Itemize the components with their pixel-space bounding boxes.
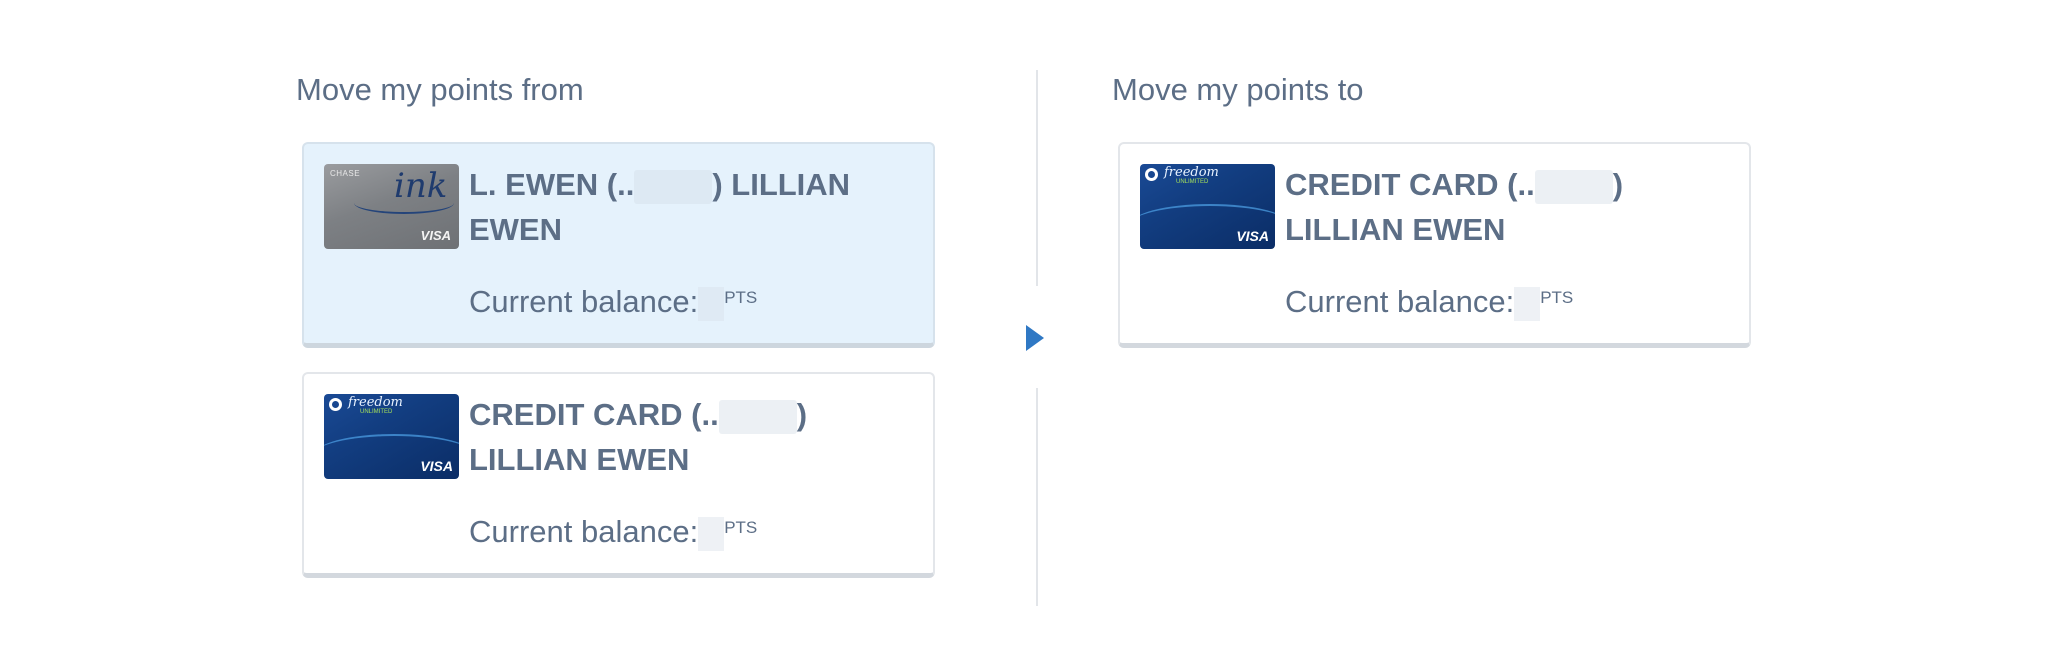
from-heading: Move my points from [296, 72, 584, 107]
from-account-card-ink[interactable]: CHASE ink VISA L. EWEN (..) LILLIAN EWEN… [302, 142, 935, 348]
from-account-card-freedom[interactable]: freedom UNLIMITED VISA CREDIT CARD (..) … [302, 372, 935, 578]
balance-label: Current balance: [469, 514, 699, 549]
right-arrow-icon [1026, 325, 1044, 351]
visa-logo-text: VISA [1236, 228, 1269, 244]
freedom-logo-text: freedom [1164, 165, 1219, 180]
account-name-start: L. EWEN (.. [469, 167, 635, 202]
masked-balance [698, 286, 725, 321]
chase-octagon-icon [329, 398, 342, 411]
freedom-card-image: freedom UNLIMITED VISA [324, 394, 459, 479]
masked-balance [698, 516, 725, 551]
ink-card-image: CHASE ink VISA [324, 164, 459, 249]
to-heading: Move my points to [1112, 72, 1364, 107]
freedom-sub-text: UNLIMITED [1176, 179, 1209, 185]
freedom-sub-text: UNLIMITED [360, 409, 393, 415]
account-name: L. EWEN (..) LILLIAN EWEN [469, 162, 919, 252]
ink-logo-text: ink [394, 166, 448, 206]
balance-row: Current balance: PTS [469, 282, 757, 322]
masked-account-number [1534, 169, 1613, 204]
to-account-card-freedom[interactable]: freedom UNLIMITED VISA CREDIT CARD (..) … [1118, 142, 1751, 348]
balance-row: Current balance: PTS [469, 512, 757, 552]
balance-label: Current balance: [469, 284, 699, 319]
points-unit: PTS [724, 518, 758, 537]
masked-account-number [634, 169, 713, 204]
balance-label: Current balance: [1285, 284, 1515, 319]
account-name: CREDIT CARD (..) LILLIAN EWEN [1285, 162, 1735, 252]
freedom-card-image: freedom UNLIMITED VISA [1140, 164, 1275, 249]
balance-row: Current balance: PTS [1285, 282, 1573, 322]
divider-line-top [1036, 70, 1038, 286]
visa-logo-text: VISA [420, 228, 451, 243]
visa-logo-text: VISA [420, 458, 453, 474]
masked-balance [1514, 286, 1541, 321]
freedom-logo-text: freedom [348, 395, 403, 410]
chase-logo-text: CHASE [330, 169, 361, 178]
divider-line-bottom [1036, 388, 1038, 606]
masked-account-number [718, 399, 797, 434]
account-name-start: CREDIT CARD (.. [469, 397, 719, 432]
account-name: CREDIT CARD (..) LILLIAN EWEN [469, 392, 919, 482]
points-unit: PTS [724, 288, 758, 307]
points-unit: PTS [1540, 288, 1574, 307]
chase-octagon-icon [1145, 168, 1158, 181]
account-name-start: CREDIT CARD (.. [1285, 167, 1535, 202]
